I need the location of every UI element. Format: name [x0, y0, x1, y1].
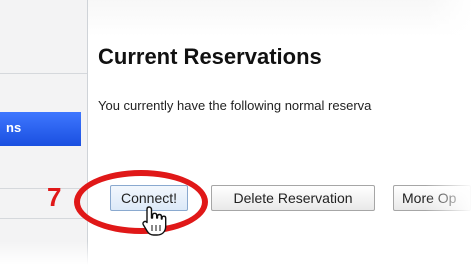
sidebar-divider: [0, 218, 87, 219]
sidebar-item-label: ns: [6, 120, 22, 135]
sidebar-item-active[interactable]: ns: [0, 112, 81, 146]
page-title: Current Reservations: [98, 44, 322, 69]
step-number: 7: [47, 182, 62, 212]
sidebar-divider: [0, 73, 87, 74]
reservations-description: You currently have the following normal …: [98, 98, 372, 113]
edge-fade-right: [425, 0, 471, 265]
sidebar: ns: [0, 0, 88, 265]
hand-pointer-cursor-icon: [142, 206, 167, 236]
edge-fade-bottom: [0, 241, 471, 265]
delete-reservation-button[interactable]: Delete Reservation: [211, 185, 375, 211]
sidebar-divider: [0, 188, 87, 189]
